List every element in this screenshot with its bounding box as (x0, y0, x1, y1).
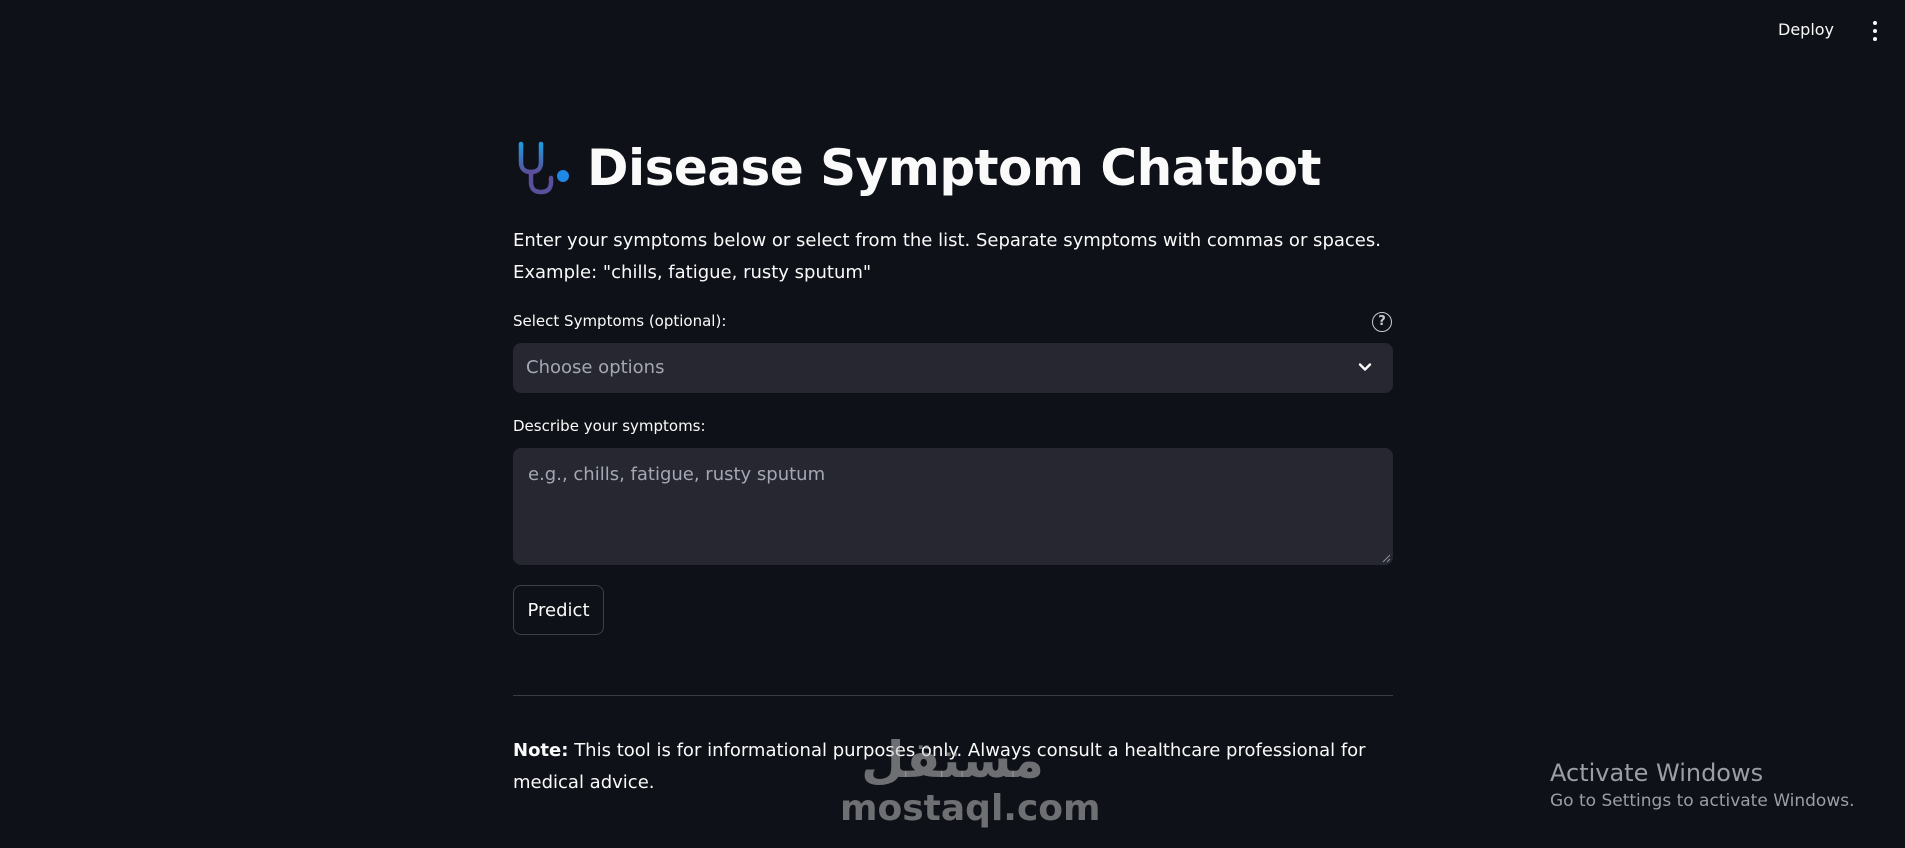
describe-symptoms-label: Describe your symptoms: (513, 417, 706, 435)
help-icon[interactable]: ? (1372, 312, 1392, 332)
predict-button[interactable]: Predict (513, 585, 604, 635)
activate-windows-overlay: Activate Windows Go to Settings to activ… (1550, 758, 1855, 814)
divider (513, 695, 1393, 696)
symptoms-textarea[interactable]: e.g., chills, fatigue, rusty sputum (513, 448, 1393, 565)
select-symptoms-label: Select Symptoms (optional): (513, 312, 727, 330)
symptoms-multiselect[interactable]: Choose options (513, 343, 1393, 393)
kebab-menu-icon[interactable] (1868, 21, 1882, 41)
intro-text: Enter your symptoms below or select from… (513, 230, 1381, 283)
top-toolbar: Deploy (0, 0, 1905, 62)
note-text: This tool is for informational purposes … (513, 740, 1366, 793)
note-prefix: Note: (513, 740, 569, 761)
stethoscope-icon (518, 141, 569, 195)
resize-handle-icon[interactable] (1381, 553, 1391, 563)
deploy-button[interactable]: Deploy (1778, 20, 1834, 39)
page-header: Disease Symptom Chatbot (513, 138, 1321, 198)
chevron-down-icon (1358, 363, 1372, 371)
textarea-placeholder: e.g., chills, fatigue, rusty sputum (528, 464, 826, 485)
disclaimer-note: Note: This tool is for informational pur… (513, 735, 1393, 799)
page-title: Disease Symptom Chatbot (587, 139, 1321, 197)
select-placeholder: Choose options (526, 357, 665, 378)
activate-subtitle: Go to Settings to activate Windows. (1550, 791, 1855, 811)
activate-title: Activate Windows (1550, 759, 1764, 787)
